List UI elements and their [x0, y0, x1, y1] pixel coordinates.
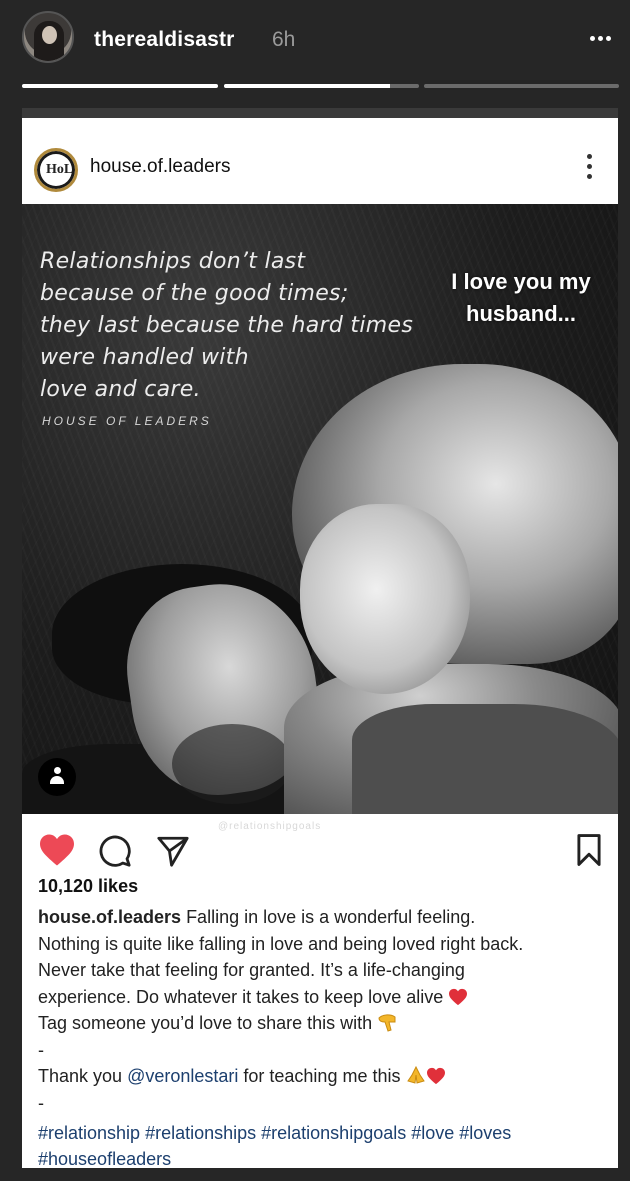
caption-text: Tag someone you’d love to share this wit…: [38, 1013, 373, 1033]
quote-line: were handled with: [40, 345, 249, 370]
story-progress-3: [424, 84, 619, 88]
caption-text: Never take that feeling for granted. It’…: [38, 960, 465, 980]
caption-dash: -: [38, 1039, 44, 1060]
story-text-overlay: I love you my husband...: [451, 269, 591, 326]
red-heart-icon: [449, 988, 468, 1005]
post-top-bar: [22, 108, 618, 118]
quote-line: Relationships don’t last: [40, 249, 306, 274]
shared-post[interactable]: HoL house.of.leaders Relationships don’t…: [22, 108, 618, 1168]
post-more-icon[interactable]: [587, 154, 593, 180]
quote-line: because of the good times;: [40, 281, 349, 306]
caption-text: for teaching me this: [238, 1066, 401, 1086]
quote-line: love and care.: [40, 377, 201, 402]
caption-text: experience. Do whatever it takes to keep…: [38, 986, 444, 1007]
more-icon[interactable]: [590, 36, 612, 42]
caption-text: Nothing is quite like falling in love an…: [38, 933, 524, 954]
quote-line: they last because the hard times: [40, 313, 414, 338]
caption-dash: -: [38, 1092, 44, 1113]
share-icon[interactable]: [156, 834, 190, 868]
photo-quote: Relationships don’t last because of the …: [40, 246, 460, 406]
user-tag-icon[interactable]: [38, 758, 76, 796]
story-progress-1: [22, 84, 218, 88]
hashtag-line[interactable]: #houseofleaders: [38, 1146, 610, 1168]
hashtag-line[interactable]: #relationship #relationships #relationsh…: [38, 1120, 610, 1146]
comment-icon[interactable]: [98, 834, 132, 868]
story-username[interactable]: therealdisastr: [94, 28, 235, 52]
folded-hands-icon: [406, 1065, 425, 1084]
red-heart-icon: [426, 1067, 445, 1085]
post-username[interactable]: house.of.leaders: [90, 156, 231, 178]
caption-text: Falling in love is a wonderful feeling.: [186, 907, 476, 927]
post-header: HoL house.of.leaders: [22, 118, 618, 204]
heart-icon[interactable]: [38, 833, 76, 867]
story-progress-2: [224, 84, 419, 88]
photo-man-beard: [172, 724, 292, 804]
pointing-down-hand-icon: [378, 1014, 396, 1032]
post-actions: [22, 818, 618, 880]
post-caption: house.of.leaders Falling in love is a wo…: [38, 904, 610, 1116]
story-timestamp: 6h: [272, 28, 296, 51]
story-header: therealdisastr 6h: [0, 0, 630, 80]
mention-link[interactable]: @veronlestari: [127, 1066, 238, 1086]
photo-brand: HOUSE OF LEADERS: [42, 414, 212, 428]
post-avatar[interactable]: HoL: [34, 148, 78, 192]
story-avatar[interactable]: [22, 11, 74, 63]
avatar-face: [42, 26, 57, 44]
post-hashtags[interactable]: #relationship #relationships #relationsh…: [38, 1120, 610, 1168]
photo-woman-dress: [352, 704, 618, 814]
photo-woman-face: [300, 504, 470, 694]
avatar-monogram: HoL: [46, 162, 74, 177]
caption-text: Thank you: [38, 1066, 128, 1086]
post-photo[interactable]: Relationships don’t last because of the …: [22, 204, 618, 814]
caption-handle[interactable]: house.of.leaders: [38, 907, 181, 927]
likes-count[interactable]: 10,120 likes: [38, 876, 138, 897]
bookmark-icon[interactable]: [576, 832, 602, 868]
